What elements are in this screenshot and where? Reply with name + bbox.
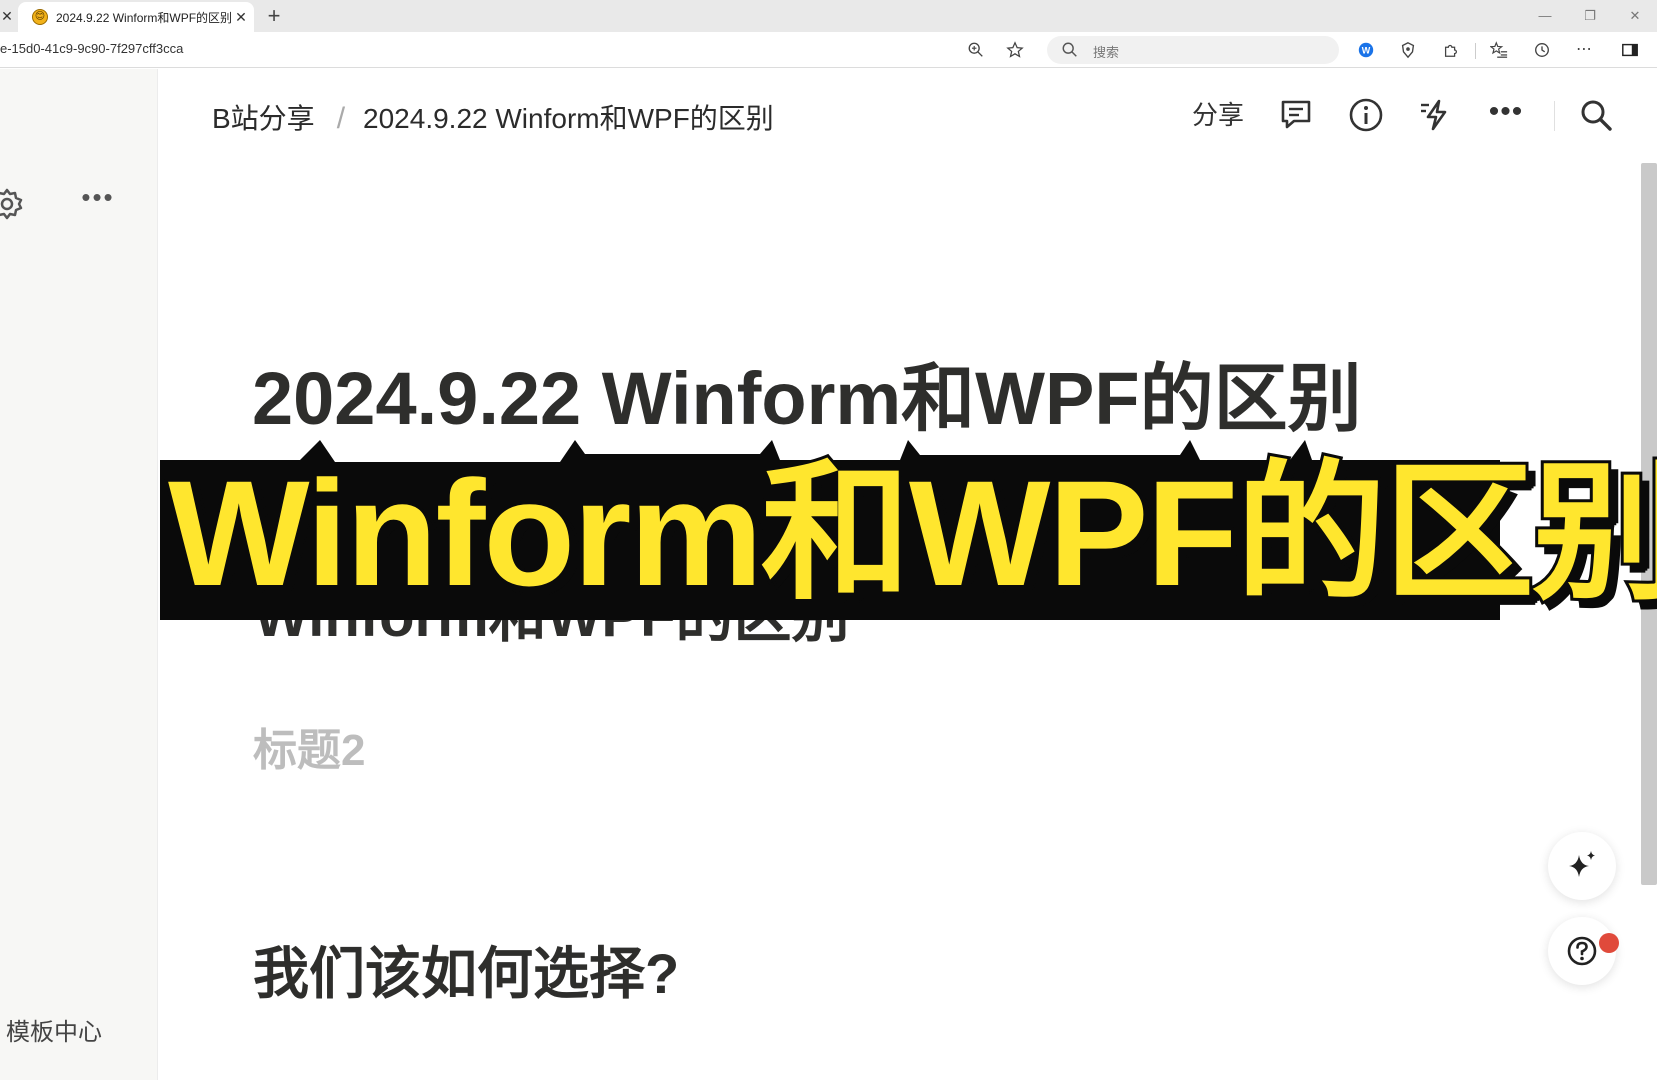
- more-icon[interactable]: •••: [1486, 95, 1526, 135]
- address-bar-url[interactable]: e-15d0-41c9-9c90-7f297cff3cca: [0, 41, 600, 59]
- comment-icon[interactable]: [1276, 95, 1316, 135]
- quick-action-icon[interactable]: [1416, 95, 1456, 135]
- history-icon[interactable]: [1531, 39, 1553, 61]
- tab-title: 2024.9.22 Winform和WPF的区别: [56, 11, 232, 25]
- heading-2-placeholder[interactable]: 标题2: [253, 714, 365, 778]
- browser-search-box[interactable]: 搜索: [1047, 36, 1339, 64]
- extensions-puzzle-icon[interactable]: [1440, 39, 1462, 61]
- breadcrumb-separator: /: [336, 102, 346, 135]
- browser-menu-icon[interactable]: ⋯: [1573, 39, 1595, 61]
- zoom-icon[interactable]: [965, 39, 987, 61]
- favorite-star-icon[interactable]: [1004, 39, 1026, 61]
- sidebar-more-icon[interactable]: •••: [80, 184, 116, 217]
- svg-text:W: W: [1362, 46, 1371, 56]
- ai-assistant-button[interactable]: [1548, 832, 1616, 900]
- search-placeholder: 搜索: [1093, 45, 1120, 60]
- heading-block-handle[interactable]: H1 ⠿: [168, 589, 237, 624]
- sidebar: ••• 模板中心: [0, 69, 158, 1080]
- search-icon[interactable]: [1576, 95, 1616, 135]
- heading-1[interactable]: Winform和WPF的区别: [254, 569, 850, 653]
- extension-shield-icon[interactable]: [1397, 39, 1419, 61]
- browser-tab-bar: ✕ 😊 2024.9.22 Winform和WPF的区别 ✕ + — ❐ ✕: [0, 0, 1657, 32]
- new-tab-button[interactable]: +: [262, 3, 286, 29]
- window-close-icon[interactable]: ✕: [1620, 6, 1650, 26]
- restore-icon[interactable]: ❐: [1575, 6, 1605, 26]
- template-center-link[interactable]: 模板中心: [6, 1012, 102, 1047]
- breadcrumb-current[interactable]: 2024.9.22 Winform和WPF的区别: [363, 103, 774, 134]
- share-button[interactable]: 分享: [1188, 95, 1248, 135]
- toolbar-divider: [1475, 43, 1476, 59]
- minimize-icon[interactable]: —: [1530, 6, 1560, 26]
- previous-tab-close-icon[interactable]: ✕: [0, 5, 14, 27]
- favorites-list-icon[interactable]: [1488, 39, 1510, 61]
- notification-dot: [1599, 933, 1619, 953]
- search-icon: [1062, 42, 1077, 57]
- document-area: B站分享 / 2024.9.22 Winform和WPF的区别 分享 ••• 202…: [158, 69, 1657, 1080]
- breadcrumb: B站分享 / 2024.9.22 Winform和WPF的区别: [212, 97, 774, 137]
- heading-how-to-choose[interactable]: 我们该如何选择?: [253, 929, 679, 1010]
- tab-close-icon[interactable]: ✕: [232, 7, 250, 27]
- header-divider: [1554, 101, 1555, 131]
- settings-gear-icon[interactable]: [0, 187, 24, 221]
- scrollbar-thumb[interactable]: [1641, 163, 1657, 885]
- tab-favicon-icon: 😊: [32, 9, 48, 25]
- info-icon[interactable]: [1346, 95, 1386, 135]
- help-question-icon: [1567, 936, 1597, 966]
- active-tab[interactable]: 😊 2024.9.22 Winform和WPF的区别 ✕: [18, 2, 254, 32]
- browser-toolbar: e-15d0-41c9-9c90-7f297cff3cca 搜索 W ⋯: [0, 32, 1657, 68]
- page-title[interactable]: 2024.9.22 Winform和WPF的区别: [252, 339, 1362, 446]
- extension-w-icon[interactable]: W: [1355, 39, 1377, 61]
- sidebar-toggle-icon[interactable]: [1619, 39, 1641, 61]
- sparkle-icon: [1569, 851, 1595, 877]
- breadcrumb-parent[interactable]: B站分享: [212, 103, 315, 134]
